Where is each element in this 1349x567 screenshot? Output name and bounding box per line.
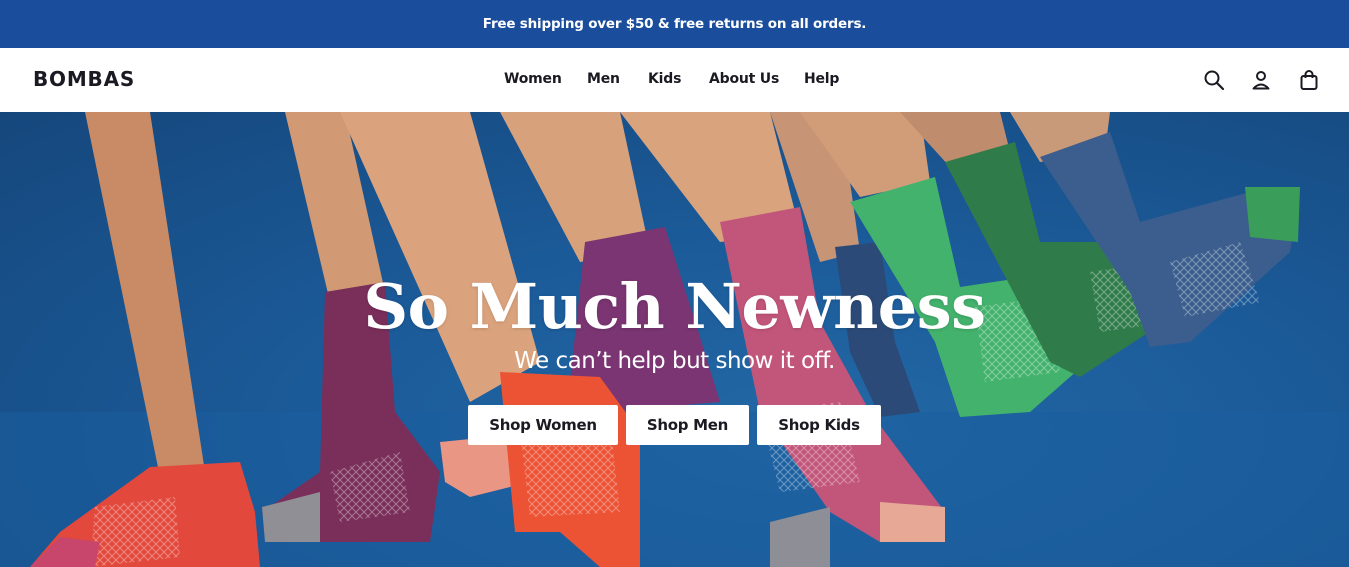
hero-headline: So Much Newness: [363, 270, 986, 343]
shop-kids-button[interactable]: Shop Kids: [757, 405, 881, 445]
nav-item-women[interactable]: Women: [504, 71, 562, 87]
shop-women-button[interactable]: Shop Women: [468, 405, 618, 445]
announcement-bar: Free shipping over $50 & free returns on…: [0, 0, 1349, 48]
hero-subhead: We can’t help but show it off.: [514, 348, 835, 374]
account-icon[interactable]: [1249, 68, 1273, 92]
nav-item-help[interactable]: Help: [804, 71, 839, 87]
site-header: BOMBAS Women Men Kids About Us Help: [0, 48, 1349, 112]
search-icon[interactable]: [1202, 68, 1226, 92]
main-nav: Women Men Kids About Us Help: [0, 71, 1349, 91]
shop-men-button[interactable]: Shop Men: [626, 405, 749, 445]
hero-banner: So Much Newness We can’t help but show i…: [0, 112, 1349, 567]
nav-item-about-us[interactable]: About Us: [709, 71, 779, 87]
nav-item-kids[interactable]: Kids: [648, 71, 681, 87]
cart-icon[interactable]: [1297, 68, 1321, 92]
announcement-text: Free shipping over $50 & free returns on…: [482, 16, 867, 32]
nav-item-men[interactable]: Men: [587, 71, 620, 87]
